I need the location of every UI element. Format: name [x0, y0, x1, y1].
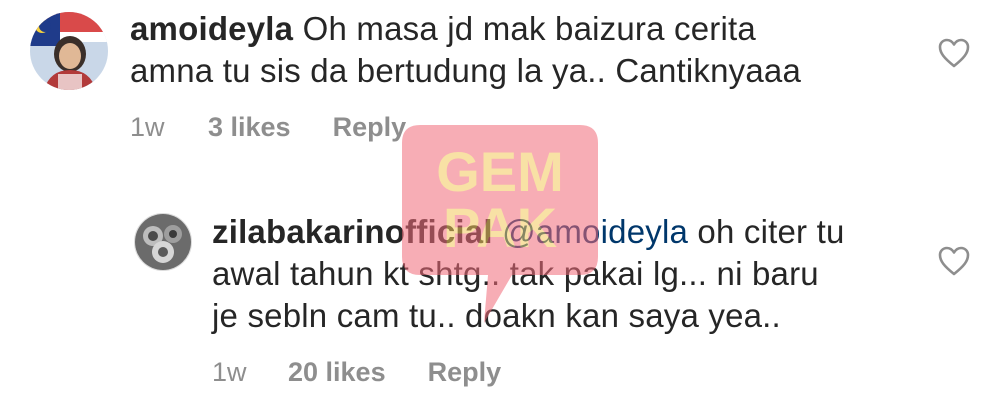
comment-text: zilabakarinofficial @amoideyla oh citer … [212, 211, 952, 337]
comment-meta: 1w 20 likes Reply [212, 355, 501, 389]
comment-body-line: Oh masa jd mak baizura cerita [302, 10, 756, 47]
comment-body-line: je sebln cam tu.. doakn kan saya yea.. [212, 297, 781, 334]
comment-likes[interactable]: 20 likes [288, 357, 386, 388]
comment-username[interactable]: amoideyla [130, 10, 293, 47]
comment-text: amoideyla Oh masa jd mak baizura cerita … [130, 8, 950, 92]
comment-time: 1w [212, 356, 247, 387]
avatar[interactable] [134, 213, 192, 271]
comment-body-line: awal tahun kt shtg.. tak pakai lg... ni … [212, 255, 819, 292]
watermark-text: GEM [436, 140, 564, 203]
comment-likes[interactable]: 3 likes [208, 112, 291, 143]
comment-body-line: oh citer tu [697, 213, 845, 250]
comment-username[interactable]: zilabakarinofficial [212, 213, 493, 250]
comment-meta: 1w 3 likes Reply [130, 110, 406, 144]
avatar-image [135, 214, 191, 270]
comments-screenshot: amoideyla Oh masa jd mak baizura cerita … [0, 0, 1000, 400]
heart-outline-icon[interactable] [938, 246, 970, 276]
reply-button[interactable]: Reply [333, 112, 407, 143]
avatar[interactable] [30, 12, 108, 90]
comment-time: 1w [130, 111, 165, 142]
mention-link[interactable]: @amoideyla [502, 213, 688, 250]
heart-outline-icon[interactable] [938, 38, 970, 68]
avatar-image [30, 12, 108, 90]
reply-button[interactable]: Reply [428, 357, 502, 388]
comment-body-line: amna tu sis da bertudung la ya.. Cantikn… [130, 52, 802, 89]
